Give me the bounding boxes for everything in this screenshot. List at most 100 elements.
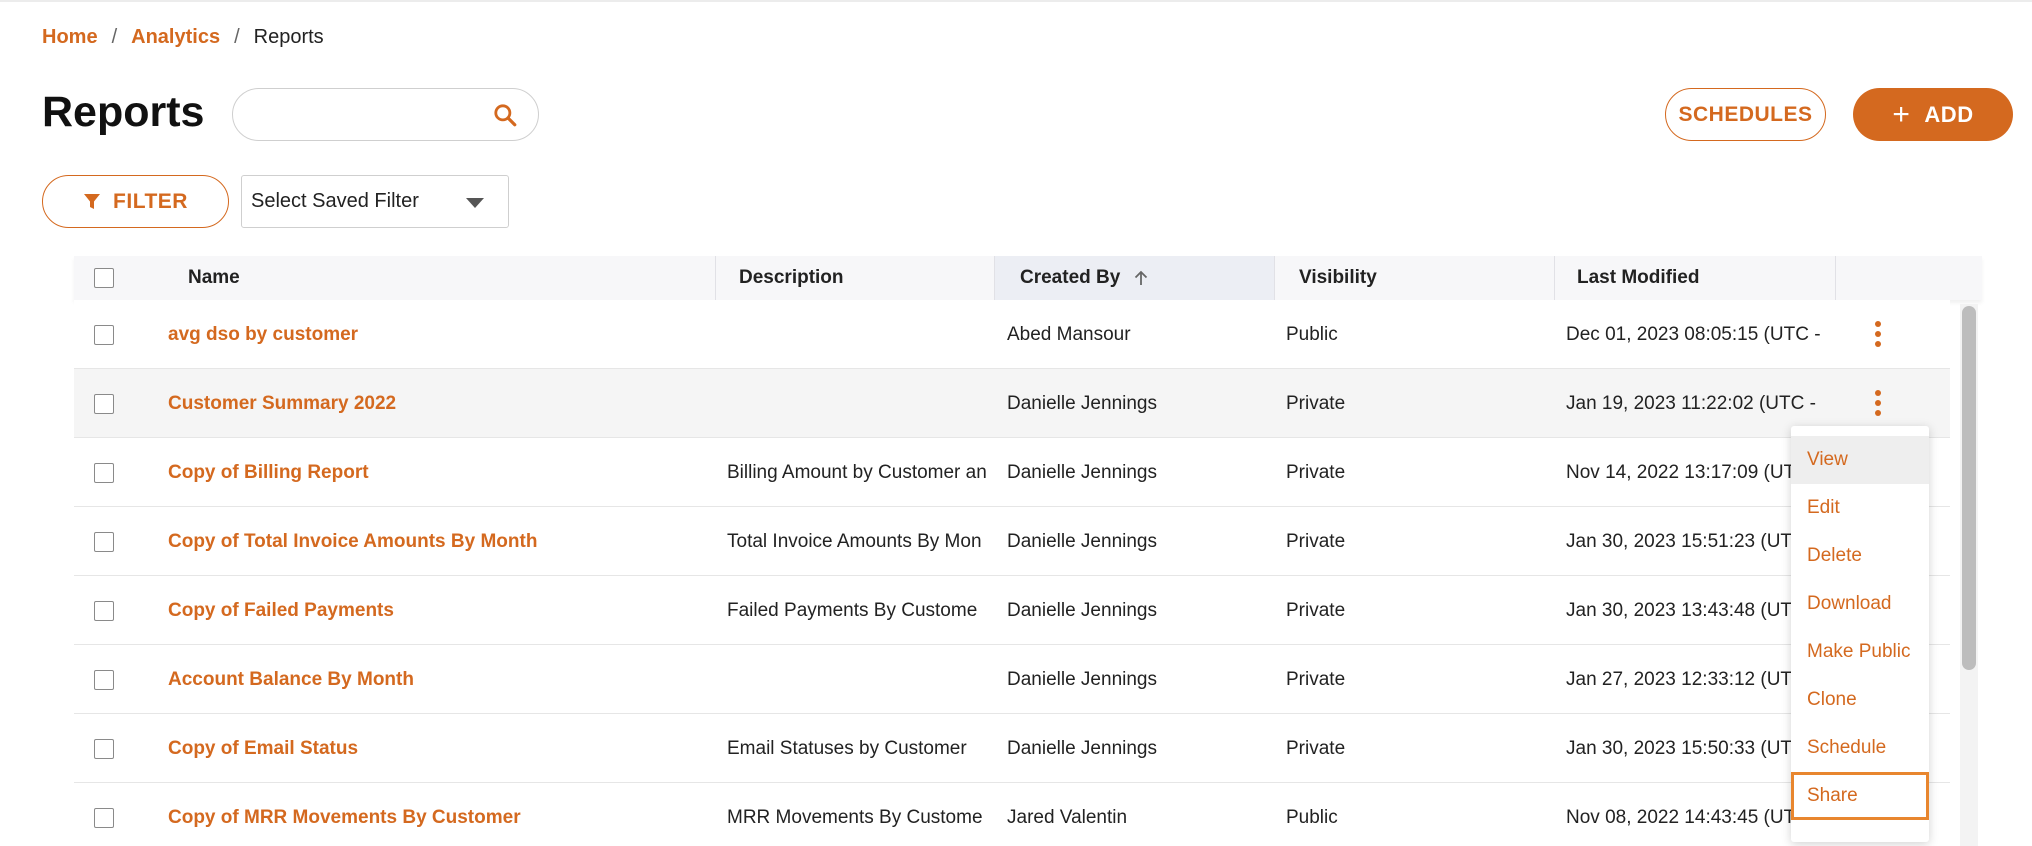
select-all-checkbox[interactable] — [94, 268, 114, 288]
report-last-modified: Jan 19, 2023 11:22:02 (UTC - — [1566, 392, 1816, 414]
report-last-modified: Jan 27, 2023 12:33:12 (UTC - — [1566, 668, 1818, 690]
scrollbar-thumb[interactable] — [1962, 306, 1976, 670]
top-divider — [0, 0, 2032, 2]
report-name-link[interactable]: Customer Summary 2022 — [168, 369, 708, 438]
breadcrumb-current: Reports — [253, 26, 324, 48]
report-created-by: Jared Valentin — [1007, 806, 1128, 828]
row-checkbox[interactable] — [94, 670, 114, 690]
breadcrumb-analytics[interactable]: Analytics — [131, 26, 220, 49]
report-created-by: Danielle Jennings — [1007, 599, 1157, 621]
report-name-link[interactable]: Copy of Total Invoice Amounts By Month — [168, 507, 708, 576]
plus-icon: + — [1892, 97, 1911, 131]
report-description — [727, 369, 989, 438]
menu-item-download[interactable]: Download — [1791, 580, 1929, 628]
report-name-link[interactable]: Copy of Failed Payments — [168, 576, 708, 645]
caret-down-icon — [466, 198, 484, 208]
filter-button-label: FILTER — [113, 189, 188, 213]
breadcrumb-home[interactable]: Home — [42, 26, 98, 49]
row-checkbox[interactable] — [94, 394, 114, 414]
kebab-icon[interactable] — [1874, 321, 1882, 347]
report-created-by: Danielle Jennings — [1007, 461, 1157, 483]
search-box — [232, 88, 539, 141]
column-header-created-by[interactable]: Created By — [995, 256, 1275, 300]
column-header-created-by-label: Created By — [1020, 267, 1121, 288]
report-visibility: Private — [1286, 530, 1346, 552]
report-description: Email Statuses by Customer — [727, 737, 967, 759]
table-row[interactable]: Copy of Total Invoice Amounts By Month T… — [74, 507, 1950, 576]
menu-item-schedule[interactable]: Schedule — [1791, 724, 1929, 772]
breadcrumb-separator: / — [111, 26, 118, 48]
table-row[interactable]: avg dso by customer Abed Mansour Public … — [74, 300, 1950, 369]
row-checkbox[interactable] — [94, 325, 114, 345]
funnel-icon — [84, 193, 101, 209]
report-last-modified: Jan 30, 2023 15:50:33 (UTC - — [1566, 737, 1818, 759]
report-description: Failed Payments By Custome — [727, 599, 978, 621]
report-visibility: Private — [1286, 737, 1346, 759]
table-row[interactable]: Copy of MRR Movements By Customer MRR Mo… — [74, 783, 1950, 846]
row-checkbox[interactable] — [94, 532, 114, 552]
report-description: Billing Amount by Customer an — [727, 461, 987, 483]
report-name-link[interactable]: Account Balance By Month — [168, 645, 708, 714]
search-input[interactable] — [255, 99, 495, 131]
row-checkbox[interactable] — [94, 808, 114, 828]
report-created-by: Danielle Jennings — [1007, 737, 1157, 759]
report-name-link[interactable]: Copy of MRR Movements By Customer — [168, 783, 708, 846]
add-button-label: ADD — [1924, 101, 1974, 127]
column-header-last-modified-label: Last Modified — [1577, 267, 1700, 288]
report-name-link[interactable]: Copy of Billing Report — [168, 438, 708, 507]
table-header: Name Description Created By Visibility L… — [74, 256, 1982, 300]
search-icon[interactable] — [492, 102, 518, 128]
menu-item-view[interactable]: View — [1791, 436, 1929, 484]
report-last-modified: Jan 30, 2023 13:43:48 (UTC - — [1566, 599, 1818, 621]
report-description: MRR Movements By Custome — [727, 806, 983, 828]
report-last-modified: Nov 08, 2022 14:43:45 (UTC - — [1566, 806, 1821, 828]
report-description — [727, 300, 989, 369]
report-visibility: Private — [1286, 392, 1346, 414]
filter-button[interactable]: FILTER — [42, 175, 229, 228]
breadcrumb: Home / Analytics / Reports — [42, 26, 324, 49]
arrow-up-icon[interactable] — [1132, 269, 1150, 287]
kebab-icon[interactable] — [1874, 390, 1882, 416]
report-visibility: Private — [1286, 599, 1346, 621]
saved-filter-select[interactable]: Select Saved Filter — [241, 175, 509, 228]
column-header-description[interactable]: Description — [716, 256, 995, 300]
row-checkbox[interactable] — [94, 739, 114, 759]
report-visibility: Public — [1286, 806, 1338, 828]
row-checkbox[interactable] — [94, 601, 114, 621]
report-visibility: Private — [1286, 461, 1346, 483]
report-visibility: Public — [1286, 323, 1338, 345]
report-description: Total Invoice Amounts By Mon — [727, 530, 982, 552]
column-header-name-label: Name — [188, 267, 240, 288]
table-row[interactable]: Copy of Billing Report Billing Amount by… — [74, 438, 1950, 507]
report-last-modified: Nov 14, 2022 13:17:09 (UTC - — [1566, 461, 1821, 483]
menu-item-edit[interactable]: Edit — [1791, 484, 1929, 532]
column-header-visibility-label: Visibility — [1299, 267, 1377, 288]
schedules-button[interactable]: SCHEDULES — [1665, 88, 1826, 141]
report-last-modified: Jan 30, 2023 15:51:23 (UTC - — [1566, 530, 1818, 552]
saved-filter-value: Select Saved Filter — [251, 190, 419, 212]
menu-item-clone[interactable]: Clone — [1791, 676, 1929, 724]
column-header-last-modified[interactable]: Last Modified — [1555, 256, 1836, 300]
reports-table: Name Description Created By Visibility L… — [74, 256, 1982, 846]
report-visibility: Private — [1286, 668, 1346, 690]
report-name-link[interactable]: Copy of Email Status — [168, 714, 708, 783]
column-header-name[interactable]: Name — [168, 256, 716, 300]
menu-item-delete[interactable]: Delete — [1791, 532, 1929, 580]
report-description — [727, 645, 989, 714]
table-row[interactable]: Copy of Email Status Email Statuses by C… — [74, 714, 1950, 783]
column-header-description-label: Description — [739, 267, 844, 288]
table-row[interactable]: Account Balance By Month Danielle Jennin… — [74, 645, 1950, 714]
report-last-modified: Dec 01, 2023 08:05:15 (UTC - — [1566, 323, 1821, 345]
report-created-by: Danielle Jennings — [1007, 530, 1157, 552]
report-created-by: Danielle Jennings — [1007, 392, 1157, 414]
add-button[interactable]: + ADD — [1853, 88, 2013, 141]
report-name-link[interactable]: avg dso by customer — [168, 300, 708, 369]
column-header-visibility[interactable]: Visibility — [1275, 256, 1555, 300]
table-row[interactable]: Customer Summary 2022 Danielle Jennings … — [74, 369, 1950, 438]
page-title: Reports — [42, 88, 205, 136]
row-checkbox[interactable] — [94, 463, 114, 483]
row-actions-menu: View Edit Delete Download Make Public Cl… — [1791, 426, 1929, 842]
menu-item-make-public[interactable]: Make Public — [1791, 628, 1929, 676]
menu-item-share[interactable]: Share — [1791, 772, 1929, 820]
table-row[interactable]: Copy of Failed Payments Failed Payments … — [74, 576, 1950, 645]
